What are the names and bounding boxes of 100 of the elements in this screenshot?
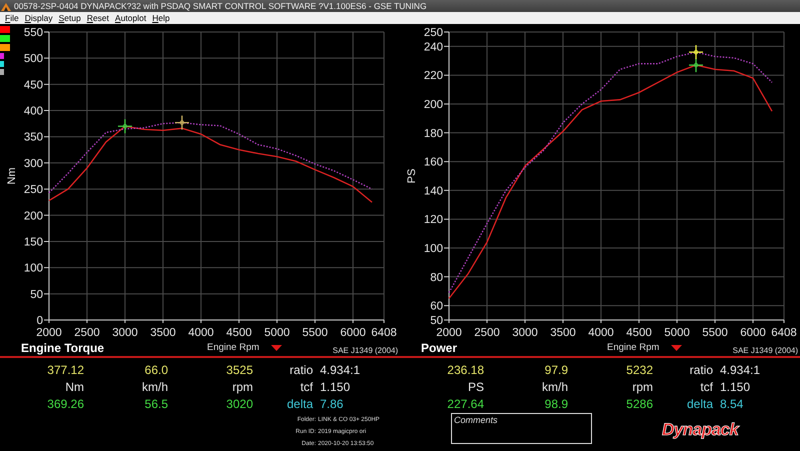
- panel-title: Power: [421, 340, 458, 354]
- value-text: 377.12: [46, 362, 84, 376]
- value-text: 227.64: [446, 396, 484, 410]
- param-value: 4.934:1: [319, 362, 362, 376]
- legend-swatch[interactable]: [0, 44, 10, 51]
- tick-label: 400: [24, 106, 43, 118]
- axis-selector[interactable]: Engine Rpm: [207, 342, 260, 353]
- tick-label: 5500: [702, 327, 728, 339]
- value-text: 5232: [625, 362, 653, 376]
- tick-label: 5500: [302, 327, 328, 339]
- axis-title: PS: [406, 168, 418, 184]
- tick-label: 4500: [626, 327, 652, 339]
- tick-label: 5000: [664, 327, 690, 339]
- dropdown-arrow-icon[interactable]: [671, 344, 682, 350]
- legend-swatch[interactable]: [0, 61, 4, 67]
- window-title: 00578-2SP-0404 DYNAPACK?32 with PSDAQ SMART CONTROL SOFTWARE ?V1.100ES6 - GSE TUNING: [14, 1, 427, 11]
- tick-label: 200: [424, 99, 443, 111]
- menu-item[interactable]: Help: [149, 13, 173, 23]
- tick-label: 6408: [371, 327, 397, 339]
- tick-label: 60: [430, 300, 443, 313]
- tick-label: 120: [424, 214, 443, 226]
- param-label: tcf: [299, 380, 313, 394]
- tick-label: 0: [36, 315, 43, 327]
- tick-label: 80: [430, 272, 443, 284]
- tick-label: 3500: [550, 327, 576, 339]
- menu-item[interactable]: Autoplot: [112, 13, 150, 23]
- menu-item[interactable]: Setup: [56, 13, 84, 23]
- param-value: 1.150: [319, 380, 352, 394]
- tick-label: 550: [24, 27, 43, 39]
- brand-logo: Dynapack: [662, 420, 738, 440]
- legend-swatch[interactable]: [0, 53, 4, 59]
- tick-label: 240: [424, 41, 443, 54]
- legend-swatch[interactable]: [0, 26, 10, 33]
- menu-item[interactable]: Reset: [84, 13, 112, 23]
- tick-label: 4000: [188, 327, 214, 339]
- tick-label: 4500: [226, 327, 252, 339]
- tick-label: 50: [430, 315, 443, 327]
- tick-label: 100: [24, 262, 43, 275]
- legend-swatch[interactable]: [0, 69, 4, 75]
- tick-label: 500: [24, 53, 43, 66]
- value-text: Nm: [64, 380, 84, 394]
- tick-label: 180: [424, 128, 443, 140]
- tick-label: 300: [24, 158, 43, 170]
- tick-label: 5000: [264, 327, 290, 339]
- param-value: 8.54: [719, 396, 744, 410]
- param-value: 7.86: [319, 396, 344, 410]
- tick-label: 150: [24, 236, 43, 248]
- tick-label: 50: [30, 288, 43, 301]
- tick-label: 6000: [740, 327, 766, 339]
- comments-field[interactable]: Comments: [451, 413, 592, 444]
- tick-label: 2500: [474, 327, 500, 339]
- axis-title: Nm: [6, 167, 18, 185]
- value-text: 5286: [625, 396, 653, 410]
- value-text: 369.26: [46, 396, 84, 410]
- tick-label: 250: [424, 27, 443, 39]
- value-text: 56.5: [144, 396, 168, 410]
- param-label: delta: [286, 396, 313, 410]
- tick-label: 4000: [588, 327, 614, 339]
- tick-label: 220: [424, 70, 443, 82]
- tick-label: 200: [24, 210, 43, 222]
- value-text: PS: [466, 380, 484, 394]
- app-icon: [1, 2, 11, 10]
- value-text: 98.9: [544, 396, 568, 410]
- tick-label: 3000: [112, 327, 138, 339]
- tick-label: 3000: [512, 327, 538, 339]
- tick-label: 100: [424, 243, 443, 255]
- tick-label: 450: [24, 79, 43, 92]
- value-text: 66.0: [144, 362, 168, 376]
- param-label: ratio: [288, 362, 313, 376]
- value-text: 3020: [225, 396, 253, 410]
- standard-label: SAE J1349 (2004): [732, 346, 798, 354]
- param-label: ratio: [688, 362, 713, 376]
- tick-label: 6408: [771, 327, 797, 339]
- value-text: rpm: [231, 380, 253, 394]
- tick-label: 2500: [74, 327, 100, 339]
- param-label: tcf: [699, 380, 713, 394]
- tick-label: 160: [424, 156, 443, 169]
- tick-label: 350: [24, 132, 43, 144]
- tick-label: 6000: [340, 327, 366, 339]
- tick-label: 3500: [150, 327, 176, 339]
- tick-label: 2000: [436, 327, 462, 339]
- standard-label: SAE J1349 (2004): [332, 346, 398, 354]
- menu-item[interactable]: Display: [22, 13, 56, 23]
- dropdown-arrow-icon[interactable]: [271, 344, 282, 350]
- value-text: km/h: [140, 380, 168, 394]
- value-text: 3525: [225, 362, 253, 376]
- value-text: rpm: [631, 380, 653, 394]
- tick-label: 2000: [36, 327, 62, 339]
- axis-selector[interactable]: Engine Rpm: [607, 342, 660, 353]
- param-label: delta: [686, 396, 713, 410]
- value-text: 236.18: [446, 362, 484, 376]
- value-text: km/h: [540, 380, 568, 394]
- tick-label: 140: [424, 185, 443, 198]
- param-value: 4.934:1: [719, 362, 762, 376]
- panel-title: Engine Torque: [21, 340, 106, 354]
- legend-swatch[interactable]: [0, 35, 10, 42]
- tick-label: 250: [24, 184, 43, 196]
- menu-item[interactable]: File: [2, 13, 22, 23]
- param-value: 1.150: [719, 380, 752, 394]
- value-text: 97.9: [544, 362, 568, 376]
